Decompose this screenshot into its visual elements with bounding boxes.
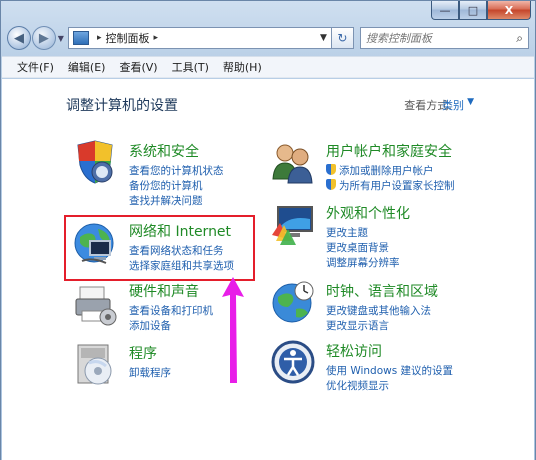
search-input[interactable] bbox=[365, 31, 506, 45]
address-dropdown-icon[interactable]: ▼ bbox=[320, 33, 327, 43]
link-recommended-settings[interactable]: 使用 Windows 建议的设置 bbox=[326, 364, 526, 379]
category-title[interactable]: 用户帐户和家庭安全 bbox=[326, 141, 526, 161]
breadcrumb-arrow-icon[interactable]: ▸ bbox=[153, 33, 158, 43]
uac-shield-icon bbox=[326, 164, 336, 175]
ease-of-access-icon[interactable] bbox=[270, 339, 316, 385]
category-clock-language-region: 时钟、语言和区域 更改键盘或其他输入法 更改显示语言 bbox=[326, 281, 526, 334]
category-ease-of-access: 轻松访问 使用 Windows 建议的设置 优化视频显示 bbox=[326, 341, 526, 394]
menu-bar: 文件(F) 编辑(E) 查看(V) 工具(T) 帮助(H) bbox=[2, 56, 534, 78]
users-icon[interactable] bbox=[270, 139, 316, 185]
link-change-background[interactable]: 更改桌面背景 bbox=[326, 241, 526, 256]
recent-pages-dropdown[interactable]: ▼ bbox=[58, 34, 64, 43]
close-button[interactable]: X bbox=[487, 1, 531, 20]
minimize-button[interactable]: — bbox=[431, 1, 459, 20]
back-button[interactable]: ◀ bbox=[7, 26, 31, 50]
link-optimize-video[interactable]: 优化视频显示 bbox=[326, 379, 526, 394]
breadcrumb-control-panel[interactable]: 控制面板 bbox=[105, 30, 149, 46]
control-panel-window: — □ X ◀ ▶ ▼ ▸ 控制面板 ▸ ▼ ↻ ⌕ 文件(F) 编辑(E) 查… bbox=[0, 0, 536, 460]
menu-help[interactable]: 帮助(H) bbox=[216, 59, 269, 75]
monitor-palette-icon[interactable] bbox=[270, 201, 316, 247]
link-add-remove-accounts[interactable]: 添加或删除用户帐户 bbox=[326, 164, 526, 179]
maximize-button[interactable]: □ bbox=[459, 1, 487, 20]
back-arrow-icon: ◀ bbox=[13, 30, 24, 46]
chevron-down-icon[interactable]: ▼ bbox=[467, 97, 474, 107]
window-caption-buttons: — □ X bbox=[431, 1, 531, 21]
minimize-icon: — bbox=[439, 3, 451, 17]
view-by-dropdown[interactable]: 类别 bbox=[442, 97, 464, 113]
search-icon[interactable]: ⌕ bbox=[516, 31, 523, 46]
navigation-bar: ◀ ▶ ▼ ▸ 控制面板 ▸ ▼ ↻ ⌕ bbox=[7, 23, 530, 53]
programs-disk-icon[interactable] bbox=[72, 341, 118, 387]
link-label: 为所有用户设置家长控制 bbox=[339, 180, 455, 192]
annotation-arrow-icon bbox=[222, 277, 244, 383]
link-change-display-language[interactable]: 更改显示语言 bbox=[326, 319, 526, 334]
menu-view[interactable]: 查看(V) bbox=[112, 59, 164, 75]
printer-icon[interactable] bbox=[72, 281, 118, 327]
close-icon: X bbox=[504, 3, 514, 17]
clock-globe-icon[interactable] bbox=[270, 279, 316, 325]
page-title: 调整计算机的设置 bbox=[66, 98, 178, 114]
forward-button[interactable]: ▶ bbox=[31, 26, 56, 50]
breadcrumb-arrow-icon[interactable]: ▸ bbox=[97, 33, 102, 43]
link-change-theme[interactable]: 更改主题 bbox=[326, 226, 526, 241]
menu-tools[interactable]: 工具(T) bbox=[165, 59, 216, 75]
control-panel-icon bbox=[72, 31, 89, 45]
category-title[interactable]: 时钟、语言和区域 bbox=[326, 281, 526, 301]
maximize-icon: □ bbox=[467, 3, 479, 17]
search-box[interactable]: ⌕ bbox=[359, 27, 530, 49]
menu-edit[interactable]: 编辑(E) bbox=[61, 59, 113, 75]
shield-icon[interactable] bbox=[72, 139, 118, 185]
uac-shield-icon bbox=[326, 179, 336, 190]
menu-file[interactable]: 文件(F) bbox=[10, 59, 61, 75]
address-bar[interactable]: ▸ 控制面板 ▸ ▼ bbox=[67, 27, 332, 49]
refresh-icon: ↻ bbox=[337, 31, 348, 45]
link-screen-resolution[interactable]: 调整屏幕分辨率 bbox=[326, 256, 526, 271]
highlight-box bbox=[64, 215, 255, 281]
link-change-keyboards[interactable]: 更改键盘或其他输入法 bbox=[326, 304, 526, 319]
link-label: 添加或删除用户帐户 bbox=[339, 165, 434, 177]
link-parental-controls[interactable]: 为所有用户设置家长控制 bbox=[326, 179, 526, 194]
category-title[interactable]: 外观和个性化 bbox=[326, 203, 526, 223]
category-appearance: 外观和个性化 更改主题 更改桌面背景 调整屏幕分辨率 bbox=[326, 203, 526, 271]
forward-arrow-icon: ▶ bbox=[38, 30, 49, 46]
content-area: 调整计算机的设置 查看方式: 类别 ▼ 系统和安全 查看您的计算机状态 备份您的… bbox=[2, 79, 534, 460]
category-user-accounts: 用户帐户和家庭安全 添加或删除用户帐户 为所有用户设置家长控制 bbox=[326, 141, 526, 194]
refresh-button[interactable]: ↻ bbox=[331, 27, 354, 49]
category-title[interactable]: 轻松访问 bbox=[326, 341, 526, 361]
